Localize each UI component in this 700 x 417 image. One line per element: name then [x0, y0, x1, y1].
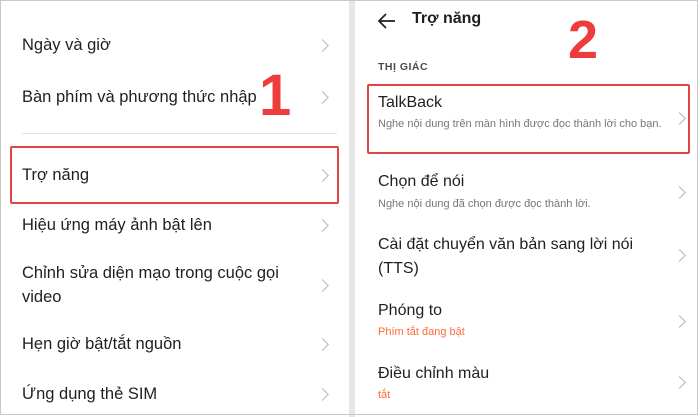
- image-frame: [0, 0, 698, 415]
